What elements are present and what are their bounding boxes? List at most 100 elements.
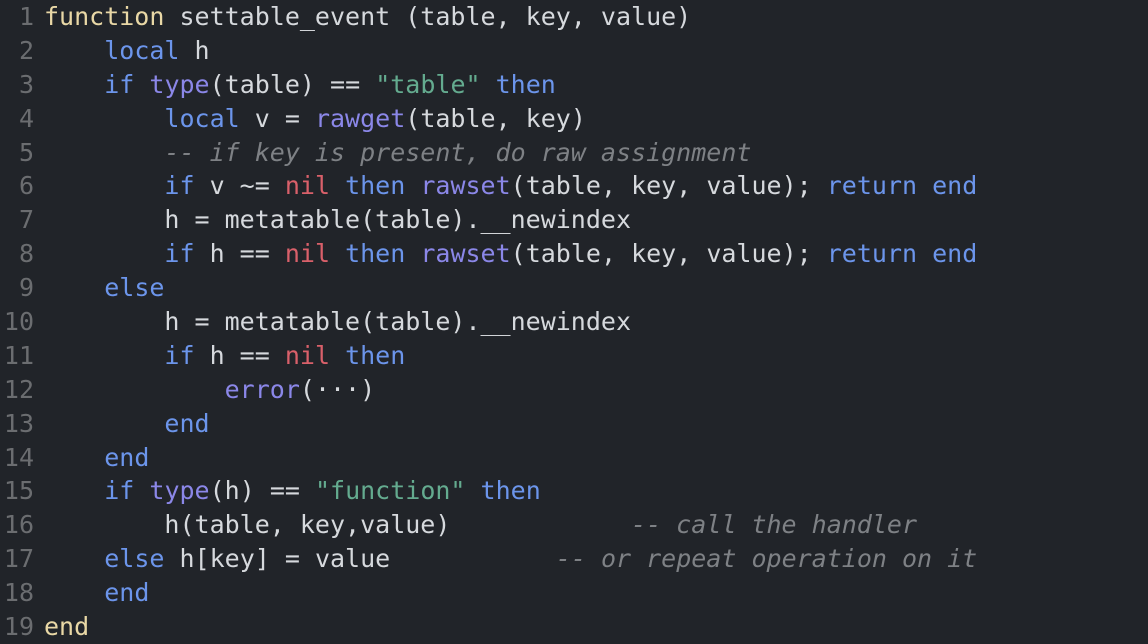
line-content[interactable]: end (44, 407, 1148, 441)
code-line[interactable]: 4 local v = rawget(table, key) (0, 102, 1148, 136)
line-content[interactable]: if type(h) == "function" then (44, 474, 1148, 508)
line-number: 1 (18, 2, 34, 31)
token-def: function (44, 2, 165, 31)
code-line[interactable]: 17 else h[key] = value -- or repeat oper… (0, 542, 1148, 576)
line-content[interactable]: if h == nil then rawset(table, key, valu… (44, 237, 1148, 271)
line-content[interactable]: error(···) (44, 373, 1148, 407)
line-number: 5 (18, 137, 34, 167)
line-number: 10 (3, 307, 34, 337)
token-kw: then (480, 476, 541, 506)
line-number: 9 (18, 273, 34, 303)
token-nil: nil (284, 340, 330, 370)
token-plain: h (179, 35, 210, 65)
token-kw: else (104, 544, 165, 574)
token-kw: if (104, 69, 135, 99)
token-plain: v ~= (194, 171, 285, 201)
code-line[interactable]: 15 if type(h) == "function" then (0, 474, 1148, 508)
line-content[interactable]: end (44, 576, 1148, 610)
token-nil: nil (284, 239, 330, 269)
code-line[interactable]: 3 if type(table) == "table" then (0, 68, 1148, 102)
token-kw: if (164, 171, 195, 201)
token-plain: (···) (299, 374, 376, 404)
line-number: 7 (18, 205, 34, 235)
token-kw: then (495, 69, 556, 99)
line-content[interactable]: h = metatable(table).__newindex (44, 203, 1148, 237)
code-editor[interactable]: 1 function settable_event (table, key, va… (0, 0, 1148, 644)
line-content[interactable]: -- if key is present, do raw assignment (44, 136, 1148, 170)
line-number: 15 (3, 476, 34, 506)
line-number: 13 (3, 408, 34, 438)
line-content[interactable]: h = metatable(table).__newindex (44, 305, 1148, 339)
line-content[interactable]: end (44, 610, 1148, 644)
token-plain: v = (239, 103, 315, 133)
token-kw: then (345, 239, 406, 269)
line-number: 8 (18, 239, 34, 269)
line-number: 4 (18, 103, 34, 133)
token-fn: type (149, 69, 210, 99)
code-line[interactable]: 12 error(···) (0, 373, 1148, 407)
line-content[interactable]: if type(table) == "table" then (44, 68, 1148, 102)
code-line[interactable]: 8 if h == nil then rawset(table, key, va… (0, 237, 1148, 271)
token-kw: return (826, 171, 918, 201)
code-line[interactable]: 1 function settable_event (table, key, va… (0, 0, 1148, 34)
token-plain: h = metatable(table).__newindex (164, 205, 632, 235)
line-content[interactable]: else (44, 271, 1148, 305)
line-number: 2 (18, 35, 34, 65)
code-line[interactable]: 19 end (0, 610, 1148, 644)
token-str: "function" (314, 476, 466, 506)
code-lines-container: 1 function settable_event (table, key, va… (0, 0, 1148, 644)
code-line[interactable]: 7 h = metatable(table).__newindex (0, 203, 1148, 237)
line-content[interactable]: local v = rawget(table, key) (44, 102, 1148, 136)
code-line[interactable]: 16 h(table, key,value) -- call the handl… (0, 508, 1148, 542)
code-line[interactable]: 6 if v ~= nil then rawset(table, key, va… (0, 169, 1148, 203)
token-plain: (h) == (209, 476, 315, 506)
token-nil: nil (284, 171, 330, 201)
token-kw: end (104, 578, 150, 608)
line-content[interactable]: local h (44, 34, 1148, 68)
code-line[interactable]: 2 local h (0, 34, 1148, 68)
code-line[interactable]: 14 end (0, 441, 1148, 475)
token-kw: then (345, 171, 406, 201)
code-line[interactable]: 9 else (0, 271, 1148, 305)
line-content[interactable]: else h[key] = value -- or repeat operati… (44, 542, 1148, 576)
line-content[interactable]: if v ~= nil then rawset(table, key, valu… (44, 169, 1148, 203)
token-str: "table" (375, 69, 481, 99)
line-content[interactable]: end (44, 441, 1148, 475)
line-number: 19 (3, 612, 34, 642)
token-fn: rawset (420, 171, 511, 201)
code-line[interactable]: 10 h = metatable(table).__newindex (0, 305, 1148, 339)
token-plain: (table, key, value); (510, 171, 827, 201)
token-kw: return (826, 239, 918, 269)
token-plain: (table) == (209, 69, 376, 99)
token-def: end (44, 612, 90, 642)
token-kw: else (104, 273, 165, 303)
code-line[interactable]: 18 end (0, 576, 1148, 610)
token-plain: h(table, key,value) (164, 510, 451, 540)
code-line[interactable]: 5 -- if key is present, do raw assignmen… (0, 136, 1148, 170)
token-kw: then (345, 340, 406, 370)
code-line[interactable]: 13 end (0, 407, 1148, 441)
token-plain: h == (194, 340, 285, 370)
line-content[interactable]: if h == nil then (44, 339, 1148, 373)
line-number: 3 (18, 69, 34, 99)
line-content[interactable]: h(table, key,value) -- call the handler (44, 508, 1148, 542)
code-line[interactable]: 11 if h == nil then (0, 339, 1148, 373)
token-com: -- if key is present, do raw assignment (164, 137, 752, 167)
line-content[interactable]: function settable_event (table, key, val… (44, 0, 1148, 34)
